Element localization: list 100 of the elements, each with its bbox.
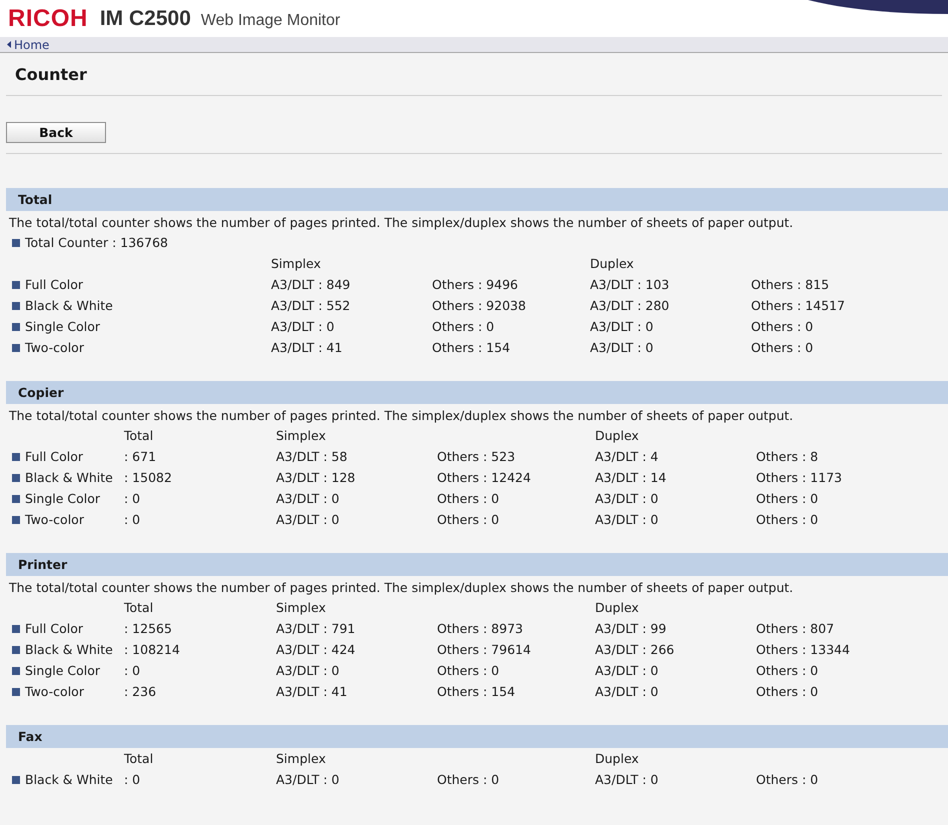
counter-value: Others : 13344 <box>756 642 851 657</box>
row-label: Black & White <box>25 298 113 313</box>
counter-value: Others : 807 <box>756 621 836 636</box>
counter-value: A3/DLT : 0 <box>595 684 660 699</box>
counter-value: A3/DLT : 58 <box>276 449 348 464</box>
column-header: Duplex <box>595 600 640 615</box>
counter-value: Others : 154 <box>432 340 512 355</box>
counter-value: Others : 79614 <box>437 642 532 657</box>
bullet-icon <box>12 280 20 288</box>
counter-value: Others : 1173 <box>756 470 843 485</box>
bullet-icon <box>12 776 20 784</box>
total-value: : 0 <box>124 772 142 787</box>
section-header: Copier <box>6 381 948 404</box>
counter-value: Others : 0 <box>756 684 820 699</box>
product-name: Web Image Monitor <box>200 12 340 30</box>
row-label: Full Color <box>25 449 83 464</box>
counter-value: A3/DLT : 14 <box>595 470 668 485</box>
column-header: Simplex <box>276 600 327 615</box>
column-header: Total <box>124 428 154 443</box>
column-header: Total <box>124 751 154 766</box>
counter-value: Others : 92038 <box>432 298 527 313</box>
counter-value: Others : 815 <box>751 277 830 292</box>
counter-value: A3/DLT : 41 <box>271 340 344 355</box>
column-header: Duplex <box>595 428 640 443</box>
counter-value: Others : 0 <box>756 772 820 787</box>
section-header: Fax <box>6 725 948 748</box>
counter-value: A3/DLT : 0 <box>276 772 340 787</box>
total-value: : 12565 <box>124 621 173 636</box>
counter-value: Others : 8973 <box>437 621 524 636</box>
section-header: Total <box>6 188 948 211</box>
counter-value: Others : 12424 <box>437 470 532 485</box>
total-value: : 0 <box>124 512 142 527</box>
model-name: IM C2500 <box>100 6 191 30</box>
bullet-icon <box>12 452 20 460</box>
counter-value: A3/DLT : 266 <box>595 642 676 657</box>
back-button[interactable]: Back <box>6 122 106 143</box>
page-title: Counter <box>14 64 88 86</box>
column-header: Simplex <box>276 751 327 766</box>
bullet-icon <box>12 688 20 696</box>
bullet-icon <box>12 322 20 330</box>
counter-value: A3/DLT : 552 <box>271 298 352 313</box>
total-counter: Total Counter : 136768 <box>25 235 168 250</box>
counter-value: A3/DLT : 128 <box>276 470 356 485</box>
total-value: : 0 <box>124 491 142 506</box>
counter-value: A3/DLT : 0 <box>595 512 660 527</box>
total-value: : 0 <box>124 663 142 678</box>
column-header: Total <box>124 600 154 615</box>
counter-value: Others : 0 <box>432 319 496 334</box>
row-label: Black & White <box>25 470 113 485</box>
column-header: Simplex <box>276 428 327 443</box>
counter-value: Others : 0 <box>756 491 820 506</box>
counter-value: Others : 0 <box>437 663 500 678</box>
column-header: Simplex <box>271 256 322 271</box>
row-label: Two-color <box>25 684 84 699</box>
row-label: Black & White <box>25 642 113 657</box>
counter-value: A3/DLT : 424 <box>276 642 356 657</box>
counter-value: Others : 9496 <box>432 277 519 292</box>
section-note: The total/total counter shows the number of pages printed. The simplex/duplex shows the number of sheets of paper output. <box>8 214 794 232</box>
row-label: Two-color <box>25 340 84 355</box>
counter-value: Others : 14517 <box>751 298 846 313</box>
total-value: : 108214 <box>124 642 181 657</box>
bullet-icon <box>12 666 20 674</box>
counter-value: A3/DLT : 280 <box>590 298 670 313</box>
counter-value: A3/DLT : 849 <box>271 277 352 292</box>
home-link[interactable]: Home <box>7 38 50 52</box>
bullet-icon <box>12 646 20 654</box>
counter-value: Others : 0 <box>437 491 500 506</box>
column-header: Duplex <box>595 751 640 766</box>
counter-value: A3/DLT : 0 <box>595 772 660 787</box>
counter-value: A3/DLT : 99 <box>595 621 668 636</box>
bullet-icon <box>12 238 20 246</box>
brand-logo: RICOH <box>8 4 88 32</box>
total-value: : 236 <box>124 684 158 699</box>
counter-value: A3/DLT : 0 <box>590 340 654 355</box>
bullet-icon <box>12 494 20 502</box>
total-value: : 15082 <box>124 470 173 485</box>
section-note: The total/total counter shows the number of pages printed. The simplex/duplex shows the number of sheets of paper output. <box>8 579 794 597</box>
counter-value: A3/DLT : 0 <box>276 512 340 527</box>
counter-value: Others : 0 <box>756 663 820 678</box>
counter-value: Others : 0 <box>437 512 500 527</box>
row-label: Two-color <box>25 512 84 527</box>
bullet-icon <box>12 474 20 482</box>
row-label: Single Color <box>25 319 100 334</box>
counter-value: A3/DLT : 0 <box>595 663 660 678</box>
row-label: Single Color <box>25 491 100 506</box>
counter-value: A3/DLT : 103 <box>590 277 670 292</box>
bullet-icon <box>12 624 20 632</box>
counter-value: A3/DLT : 41 <box>276 684 348 699</box>
counter-value: A3/DLT : 0 <box>590 319 654 334</box>
counter-value: A3/DLT : 791 <box>276 621 356 636</box>
counter-value: Others : 0 <box>751 340 814 355</box>
counter-value: A3/DLT : 0 <box>271 319 336 334</box>
counter-value: Others : 0 <box>756 512 820 527</box>
bullet-icon <box>12 302 20 310</box>
row-label: Black & White <box>25 772 113 787</box>
counter-value: Others : 523 <box>437 449 516 464</box>
total-value: : 671 <box>124 449 158 464</box>
caret-icon <box>7 41 11 48</box>
column-header: Duplex <box>590 256 635 271</box>
row-label: Full Color <box>25 621 83 636</box>
